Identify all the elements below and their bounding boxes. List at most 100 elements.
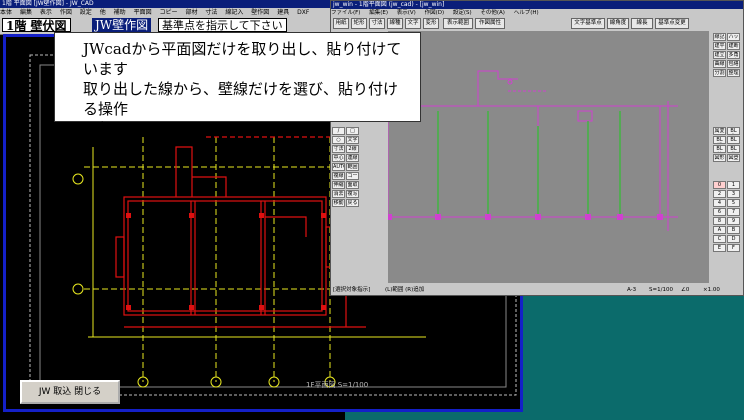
tool-button[interactable]: BL終 bbox=[727, 145, 740, 153]
menu-item[interactable]: 建具 bbox=[277, 9, 289, 16]
tool-button[interactable]: 整理 bbox=[727, 69, 740, 77]
jwcad-toolbar: 用紙 矩形 寸法 線種 文字 変形 表示範囲 作図属性 文字基準点 線角度 線長… bbox=[331, 17, 743, 31]
tool-button[interactable]: 多角形 bbox=[727, 51, 740, 59]
layer-button[interactable]: 0 bbox=[713, 181, 726, 189]
grid-marker bbox=[72, 283, 84, 295]
close-import-button[interactable]: JW 取込 閉じる bbox=[20, 380, 120, 404]
tool-button[interactable]: 消去 bbox=[332, 190, 345, 198]
tool-button[interactable]: 図形 bbox=[713, 154, 726, 162]
menu-item[interactable]: 補助 bbox=[114, 9, 126, 16]
tool-button[interactable]: 中心線 bbox=[332, 154, 345, 162]
left-window-title: 1階 平面図 [JW壁作図] - JW_CAD bbox=[0, 0, 345, 8]
tool-button[interactable]: 分割 bbox=[713, 69, 726, 77]
tool-button[interactable]: 戻る bbox=[346, 199, 359, 207]
instruction-text: 基準点を指示して下さい bbox=[158, 18, 287, 32]
status-mode: (L)範囲 (R)追加 bbox=[385, 287, 425, 293]
tool-button[interactable]: BL属 bbox=[727, 136, 740, 144]
tool-button[interactable]: 建平 bbox=[713, 42, 726, 50]
menu-item[interactable]: 設定(S) bbox=[453, 10, 472, 16]
toolbar-button[interactable]: 基準点変更 bbox=[655, 18, 689, 29]
jwcad-window-title: jw_win - 1階平面図 (jw_cad) - [jw_win] bbox=[331, 1, 743, 9]
layer-button[interactable]: C bbox=[713, 235, 726, 243]
toolbar-button[interactable]: 矩形 bbox=[351, 18, 367, 29]
toolbar-button[interactable]: 文字基準点 bbox=[571, 18, 605, 29]
tool-button[interactable]: 移動 bbox=[332, 199, 345, 207]
layer-button[interactable]: D bbox=[727, 235, 740, 243]
status-scale: S=1/100 bbox=[649, 287, 673, 293]
tool-button[interactable]: 包絡 bbox=[727, 60, 740, 68]
tool-button[interactable]: 連線 bbox=[346, 154, 359, 162]
layer-button[interactable]: F bbox=[727, 244, 740, 252]
layer-button[interactable]: E bbox=[713, 244, 726, 252]
caption-line: を行います。 bbox=[83, 120, 172, 138]
tool-button[interactable]: コーナー bbox=[346, 172, 359, 180]
tool-button[interactable]: ハッチ bbox=[727, 33, 740, 41]
menu-item[interactable]: ヘルプ(H) bbox=[514, 10, 539, 16]
menu-item[interactable]: 本体 bbox=[0, 9, 12, 16]
layer-button[interactable]: 4 bbox=[713, 199, 726, 207]
jwcad-drawing-area[interactable] bbox=[386, 31, 709, 283]
layer-button[interactable]: 1 bbox=[727, 181, 740, 189]
menu-item[interactable]: 表示(V) bbox=[397, 10, 416, 16]
floor-label: 1階 壁伏図 bbox=[2, 18, 71, 33]
tool-button[interactable]: AUTO bbox=[332, 163, 345, 171]
menu-item[interactable]: 表示 bbox=[40, 9, 52, 16]
menu-item[interactable]: コピー bbox=[160, 9, 178, 16]
tool-button[interactable]: 2線 bbox=[346, 145, 359, 153]
toolbar-button[interactable]: 用紙 bbox=[333, 18, 349, 29]
tool-button[interactable]: 範囲 bbox=[346, 163, 359, 171]
layer-button[interactable]: A bbox=[713, 226, 726, 234]
tool-button[interactable]: 伸縮 bbox=[332, 181, 345, 189]
toolbar-button[interactable]: 寸法 bbox=[369, 18, 385, 29]
menu-item[interactable]: DXF bbox=[297, 9, 309, 16]
tool-button[interactable]: 複線 bbox=[332, 172, 345, 180]
menu-item[interactable]: 線記入 bbox=[225, 9, 243, 16]
toolbar-button[interactable]: 表示範囲 bbox=[443, 18, 473, 29]
tool-button[interactable]: 建断 bbox=[727, 42, 740, 50]
menu-item[interactable]: 編集 bbox=[20, 9, 32, 16]
tool-button[interactable]: BL編 bbox=[713, 145, 726, 153]
tool-button[interactable]: 図登 bbox=[727, 154, 740, 162]
toolbar-button[interactable]: 変形 bbox=[423, 18, 439, 29]
layer-button[interactable]: 8 bbox=[713, 217, 726, 225]
menu-item[interactable]: 平面図 bbox=[134, 9, 152, 16]
layer-button[interactable]: 5 bbox=[727, 199, 740, 207]
tool-button[interactable]: 寸法 bbox=[332, 145, 345, 153]
menu-item[interactable]: 寸法 bbox=[205, 9, 217, 16]
tool-button[interactable]: 属変 bbox=[713, 127, 726, 135]
menu-item[interactable]: その他(A) bbox=[480, 10, 505, 16]
layer-button[interactable]: B bbox=[727, 226, 740, 234]
tool-button[interactable]: BL解 bbox=[713, 136, 726, 144]
layer-button[interactable]: 7 bbox=[727, 208, 740, 216]
layer-button[interactable]: 6 bbox=[713, 208, 726, 216]
status-paper: A-3 bbox=[627, 287, 637, 293]
layer-button[interactable]: 2 bbox=[713, 190, 726, 198]
tool-button[interactable]: 曲線 bbox=[713, 60, 726, 68]
tool-button[interactable]: 複写 bbox=[346, 190, 359, 198]
jwcad-menubar: ファイル(F) 編集(E) 表示(V) 作図(D) 設定(S) その他(A) ヘ… bbox=[331, 9, 743, 17]
toolbar-button[interactable]: 作図属性 bbox=[475, 18, 505, 29]
menu-item[interactable]: 作図(D) bbox=[425, 10, 445, 16]
tool-button[interactable]: 面取 bbox=[346, 181, 359, 189]
tool-button[interactable]: 建立 bbox=[713, 51, 726, 59]
menu-item[interactable]: 編集(E) bbox=[369, 10, 388, 16]
grid-marker bbox=[72, 173, 84, 185]
toolbar-button[interactable]: 文字 bbox=[405, 18, 421, 29]
menu-item[interactable]: 設定 bbox=[80, 9, 92, 16]
toolbar-button[interactable]: 線種 bbox=[387, 18, 403, 29]
status-zoom: ×1.00 bbox=[703, 287, 720, 293]
menu-item[interactable]: 部材 bbox=[185, 9, 197, 16]
jwcad-status-bar: [選択対象指示] (L)範囲 (R)追加 A-3 S=1/100 ∠0 ×1.0… bbox=[331, 285, 743, 295]
layer-button[interactable]: 3 bbox=[727, 190, 740, 198]
jwcad-plan-drawing bbox=[386, 70, 678, 231]
tool-button[interactable]: BL化 bbox=[727, 127, 740, 135]
jwcad-right-tool-panel: 線記 ハッチ 建平 建断 建立 多角形 曲線 包絡 分割 整理 属変 BL化 B… bbox=[711, 31, 743, 283]
toolbar-button[interactable]: 線長 bbox=[631, 18, 653, 29]
menu-item[interactable]: 他 bbox=[100, 9, 106, 16]
menu-item[interactable]: 作図 bbox=[60, 9, 72, 16]
toolbar-button[interactable]: 線角度 bbox=[607, 18, 629, 29]
layer-button[interactable]: 9 bbox=[727, 217, 740, 225]
menu-item[interactable]: ファイル(F) bbox=[331, 10, 360, 16]
menu-item[interactable]: 壁作図 bbox=[251, 9, 269, 16]
tool-button[interactable]: 線記 bbox=[713, 33, 726, 41]
